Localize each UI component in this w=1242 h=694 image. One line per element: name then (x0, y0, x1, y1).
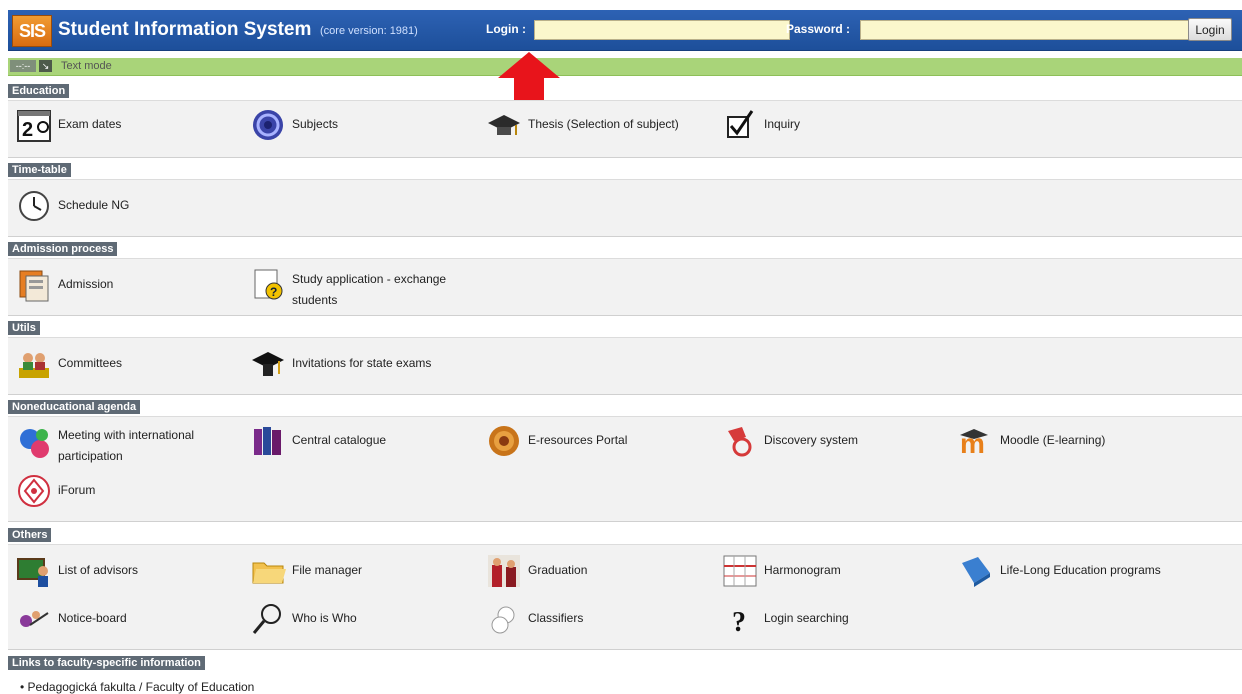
svg-text:2: 2 (22, 119, 33, 141)
login-label: Login : (486, 22, 526, 36)
mode-toolbar: --:-- ↘ Text mode (8, 58, 1242, 76)
item-label: Harmonogram (764, 563, 841, 577)
item-label: Inquiry (764, 117, 801, 131)
item-label: Subjects (292, 117, 339, 131)
item-label: Central catalogue (292, 433, 387, 447)
text-mode-icon[interactable]: ↘ (39, 60, 52, 72)
calendar-grid-icon (723, 555, 757, 587)
login-input[interactable] (534, 20, 790, 40)
item-label: Moodle (E-learning) (1000, 433, 1106, 447)
text-mode-link[interactable]: Text mode (61, 60, 112, 72)
item-label: Thesis (Selection of subject) (528, 117, 679, 131)
item-label: List of advisors (58, 563, 139, 577)
section-title-noneducational: Noneducational agenda (8, 400, 141, 414)
svg-text:?: ? (270, 285, 277, 299)
magnifier-icon (252, 604, 281, 634)
password-input[interactable] (860, 20, 1190, 40)
login-button[interactable]: Login (1188, 18, 1232, 41)
section-others: List of advisors File manager Graduation… (8, 544, 1242, 650)
password-label: Password : (786, 22, 851, 36)
item-label: Who is Who (292, 611, 357, 625)
knot-icon (253, 110, 283, 140)
item-label: Meeting with international participation (58, 428, 195, 463)
item-label: E-resources Portal (528, 433, 628, 447)
section-title-admission: Admission process (8, 242, 118, 256)
clock-icon (19, 191, 49, 221)
graduation-ceremony-icon (488, 555, 520, 587)
svg-text:?: ? (732, 607, 746, 637)
item-label: File manager (292, 563, 363, 577)
item-label: Login searching (764, 611, 849, 625)
section-admission: Admission ? Study application - exchange… (8, 258, 1242, 316)
core-version: (core version: 1981) (320, 25, 418, 37)
committee-icon (19, 353, 49, 378)
books-icon (254, 427, 281, 455)
item-label: Committees (58, 356, 123, 370)
item-label: Graduation (528, 563, 588, 577)
item-label: iForum (58, 483, 96, 497)
faculty-link[interactable]: • Pedagogická fakulta / Faculty of Educa… (20, 680, 254, 694)
item-label: Exam dates (58, 117, 122, 131)
item-label: Invitations for state exams (292, 356, 432, 370)
advisor-board-icon (17, 558, 48, 587)
calendar-icon: 2 (17, 110, 51, 142)
section-title-utils: Utils (8, 321, 40, 335)
notice-board-icon (20, 611, 49, 627)
item-label: Discovery system (764, 433, 859, 447)
item-label: Classifiers (528, 611, 584, 625)
section-education: 2 Exam dates Subjects Thesis (Selection … (8, 100, 1242, 158)
section-title-timetable: Time-table (8, 163, 71, 177)
globe-people-icon (20, 429, 49, 458)
section-timetable: Schedule NG (8, 179, 1242, 237)
sis-logo[interactable]: SIS (12, 15, 52, 47)
medallion-icon (489, 426, 519, 456)
checkbox-icon (727, 110, 754, 138)
graduation-cap-icon (488, 115, 520, 135)
mortarboard-icon (252, 352, 284, 376)
app-title: Student Information System (58, 19, 312, 40)
time-display: --:-- (10, 60, 36, 72)
item-label: Study application - exchange students (292, 272, 447, 307)
item-label: Life-Long Education programs (1000, 563, 1161, 577)
moodle-icon: m (960, 428, 988, 459)
documents-icon (19, 270, 49, 302)
section-noneducational: Meeting with international participation… (8, 416, 1242, 522)
section-title-links: Links to faculty-specific information (8, 656, 205, 670)
section-title-others: Others (8, 528, 52, 542)
question-mark-icon: ? (732, 607, 746, 637)
section-title-education: Education (8, 84, 70, 98)
document-question-icon: ? (254, 269, 283, 300)
bullet: • (20, 680, 28, 694)
classifiers-icon (491, 606, 515, 634)
faculty-link-label: Pedagogická fakulta / Faculty of Educati… (27, 680, 255, 694)
header-bar: SIS Student Information System (core ver… (8, 10, 1242, 51)
discovery-icon (728, 427, 752, 457)
item-label: Notice-board (58, 611, 127, 625)
section-utils: Committees Invitations for state exams (8, 337, 1242, 395)
book-blue-icon (962, 557, 990, 587)
item-label: Schedule NG (58, 198, 130, 212)
item-label: Admission (58, 277, 114, 291)
folder-icon (252, 562, 286, 584)
iforum-icon (18, 475, 50, 507)
